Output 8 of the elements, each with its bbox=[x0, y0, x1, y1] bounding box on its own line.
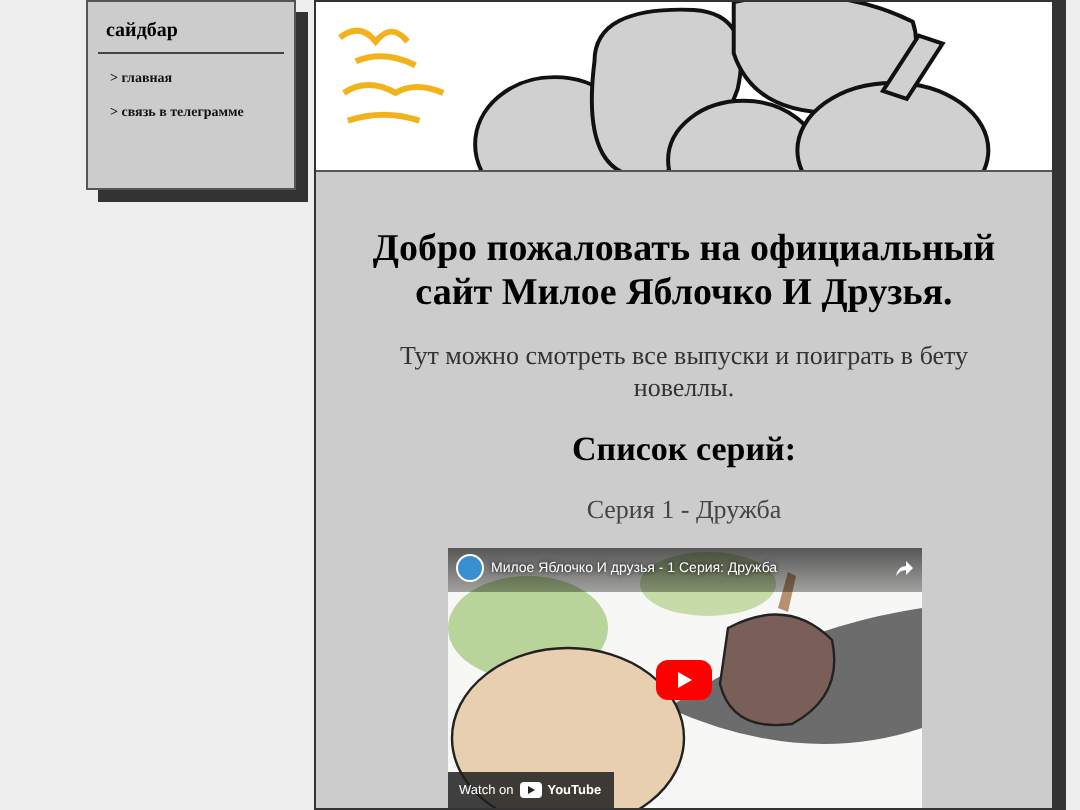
intro-text: Тут можно смотреть все выпуски и поиграть в бету новеллы. bbox=[397, 340, 971, 404]
page-heading: Добро пожаловать на официальный сайт Милое Яблочко И Друзья. bbox=[370, 228, 998, 316]
share-icon[interactable] bbox=[893, 559, 913, 577]
sidebar-title: сайдбар bbox=[104, 18, 180, 42]
play-icon bbox=[519, 782, 542, 798]
play-icon[interactable] bbox=[655, 660, 711, 700]
episode-title: Серия 1 - Дружба bbox=[586, 494, 782, 526]
section-heading: Список серий: bbox=[572, 430, 796, 470]
